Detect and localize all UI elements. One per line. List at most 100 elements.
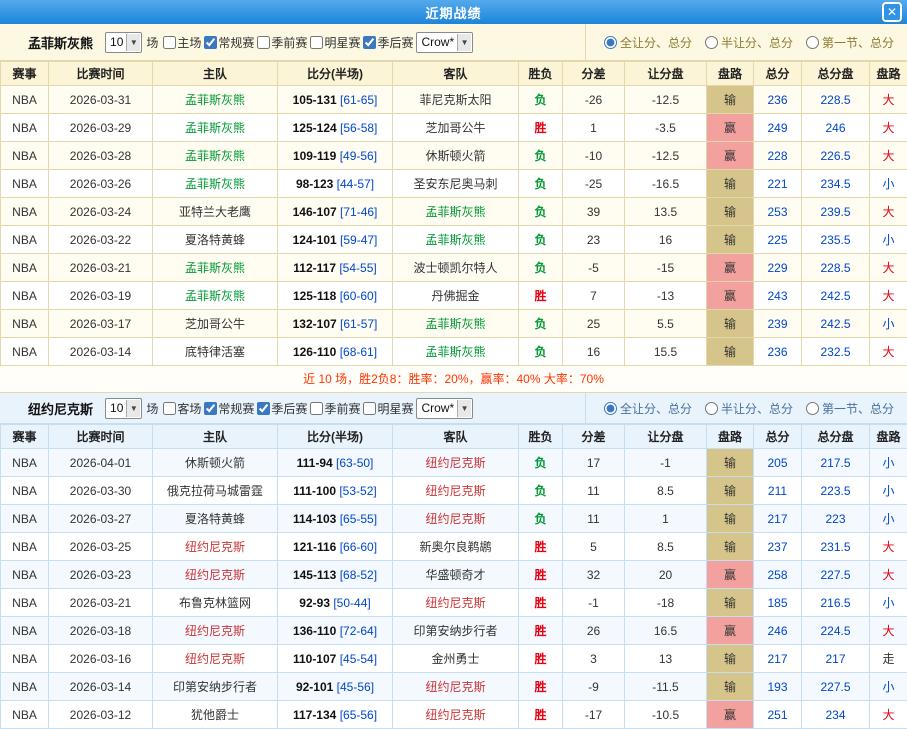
radio-label: 第一节、总分: [822, 34, 894, 51]
filter-checkbox[interactable]: 季前赛: [257, 34, 307, 51]
filter-bar: 纽约尼克斯 10 ▼ 场 客场常规赛季后赛季前赛明星赛 Crow* ▼ 全让分、…: [0, 393, 907, 424]
checkbox-label: 明星赛: [377, 400, 413, 417]
market-radio[interactable]: 第一节、总分: [806, 34, 894, 51]
column-header: 主队: [153, 62, 278, 86]
handicap-result-cell: 输: [707, 505, 754, 533]
date-cell: 2026-03-12: [49, 701, 153, 729]
date-cell: 2026-03-25: [49, 533, 153, 561]
half-score: [45-54]: [340, 652, 377, 666]
close-button[interactable]: ✕: [882, 2, 902, 22]
games-count-select[interactable]: 10 ▼: [105, 32, 142, 53]
game-row: NBA2026-03-19孟菲斯灰熊125-118 [60-60]丹佛掘金胜7-…: [1, 282, 907, 310]
checkbox-input[interactable]: [310, 36, 323, 49]
score-cell: 109-119 [49-56]: [278, 142, 393, 170]
total-line-cell: 223: [802, 505, 870, 533]
home-team-cell: 布鲁克林篮网: [153, 589, 278, 617]
column-header: 盘路: [870, 425, 907, 449]
checkbox-input[interactable]: [363, 36, 376, 49]
market-radio[interactable]: 半让分、总分: [705, 34, 793, 51]
filter-checkbox[interactable]: 季后赛: [363, 34, 413, 51]
odds-company-select[interactable]: Crow* ▼: [416, 398, 473, 419]
column-header: 客队: [393, 425, 519, 449]
league-cell: NBA: [1, 533, 49, 561]
league-cell: NBA: [1, 589, 49, 617]
checkbox-input[interactable]: [163, 402, 176, 415]
handicap-result-cell: 赢: [707, 142, 754, 170]
final-score: 121-116: [293, 540, 336, 554]
total-points-cell: 205: [754, 449, 802, 477]
point-diff-cell: 3: [563, 645, 625, 673]
games-count-select[interactable]: 10 ▼: [105, 398, 142, 419]
handicap-cell: 16: [625, 226, 707, 254]
handicap-cell: -10.5: [625, 701, 707, 729]
odds-company-select[interactable]: Crow* ▼: [416, 32, 473, 53]
league-cell: NBA: [1, 170, 49, 198]
radio-input[interactable]: [806, 36, 819, 49]
result-cell: 负: [519, 170, 563, 198]
filter-checkbox[interactable]: 明星赛: [310, 34, 360, 51]
column-header: 总分盘: [802, 425, 870, 449]
radio-label: 半让分、总分: [721, 400, 793, 417]
handicap-cell: 15.5: [625, 338, 707, 366]
score-cell: 121-116 [66-60]: [278, 533, 393, 561]
score-cell: 136-110 [72-64]: [278, 617, 393, 645]
market-radio[interactable]: 全让分、总分: [604, 400, 692, 417]
chevron-down-icon: ▼: [126, 400, 140, 417]
radio-input[interactable]: [705, 36, 718, 49]
radio-input[interactable]: [604, 402, 617, 415]
filter-checkbox[interactable]: 常规赛: [204, 400, 254, 417]
league-cell: NBA: [1, 561, 49, 589]
column-header: 比分(半场): [278, 62, 393, 86]
handicap-result-cell: 输: [707, 86, 754, 114]
team-name: 纽约尼克斯: [28, 399, 93, 418]
checkbox-input[interactable]: [204, 402, 217, 415]
results-table: 赛事比赛时间主队比分(半场)客队胜负分差让分盘盘路总分总分盘盘路 NBA2026…: [0, 424, 907, 729]
handicap-result-cell: 输: [707, 673, 754, 701]
market-radio[interactable]: 第一节、总分: [806, 400, 894, 417]
market-radio[interactable]: 全让分、总分: [604, 34, 692, 51]
score-cell: 125-124 [56-58]: [278, 114, 393, 142]
radio-input[interactable]: [806, 402, 819, 415]
handicap-result-cell: 输: [707, 198, 754, 226]
checkbox-label: 季后赛: [377, 34, 413, 51]
column-header: 胜负: [519, 425, 563, 449]
date-cell: 2026-03-14: [49, 673, 153, 701]
home-team-cell: 纽约尼克斯: [153, 561, 278, 589]
half-score: [65-55]: [340, 512, 377, 526]
checkbox-input[interactable]: [310, 402, 323, 415]
total-points-cell: 239: [754, 310, 802, 338]
checkbox-input[interactable]: [257, 36, 270, 49]
away-team-cell: 丹佛掘金: [393, 282, 519, 310]
away-team-cell: 波士顿凯尔特人: [393, 254, 519, 282]
column-header: 分差: [563, 62, 625, 86]
market-radio[interactable]: 半让分、总分: [705, 400, 793, 417]
date-cell: 2026-03-14: [49, 338, 153, 366]
home-team-cell: 纽约尼克斯: [153, 645, 278, 673]
score-cell: 146-107 [71-46]: [278, 198, 393, 226]
filter-checkbox[interactable]: 常规赛: [204, 34, 254, 51]
checkbox-input[interactable]: [163, 36, 176, 49]
filter-checkbox[interactable]: 主场: [163, 34, 201, 51]
radio-group: 全让分、总分半让分、总分 第一节、总分: [585, 24, 907, 60]
checkbox-input[interactable]: [204, 36, 217, 49]
half-score: [45-56]: [337, 680, 374, 694]
filter-checkbox[interactable]: 季前赛: [310, 400, 360, 417]
result-cell: 胜: [519, 533, 563, 561]
checkbox-input[interactable]: [363, 402, 376, 415]
total-points-cell: 253: [754, 198, 802, 226]
result-cell: 负: [519, 449, 563, 477]
radio-input[interactable]: [604, 36, 617, 49]
checkbox-input[interactable]: [257, 402, 270, 415]
filter-checkbox[interactable]: 明星赛: [363, 400, 413, 417]
result-cell: 负: [519, 254, 563, 282]
table-body: NBA2026-03-31孟菲斯灰熊105-131 [61-65]菲尼克斯太阳负…: [1, 86, 907, 366]
handicap-cell: -16.5: [625, 170, 707, 198]
team-section-home: 孟菲斯灰熊 10 ▼ 场 主场常规赛季前赛明星赛季后赛 Crow* ▼ 全让分、…: [0, 24, 907, 393]
game-row: NBA2026-03-12犹他爵士117-134 [65-56]纽约尼克斯胜-1…: [1, 701, 907, 729]
radio-input[interactable]: [705, 402, 718, 415]
game-row: NBA2026-03-29孟菲斯灰熊125-124 [56-58]芝加哥公牛胜1…: [1, 114, 907, 142]
game-row: NBA2026-03-14印第安纳步行者92-101 [45-56]纽约尼克斯胜…: [1, 673, 907, 701]
final-score: 111-94: [297, 456, 333, 470]
filter-checkbox[interactable]: 季后赛: [257, 400, 307, 417]
filter-checkbox[interactable]: 客场: [163, 400, 201, 417]
